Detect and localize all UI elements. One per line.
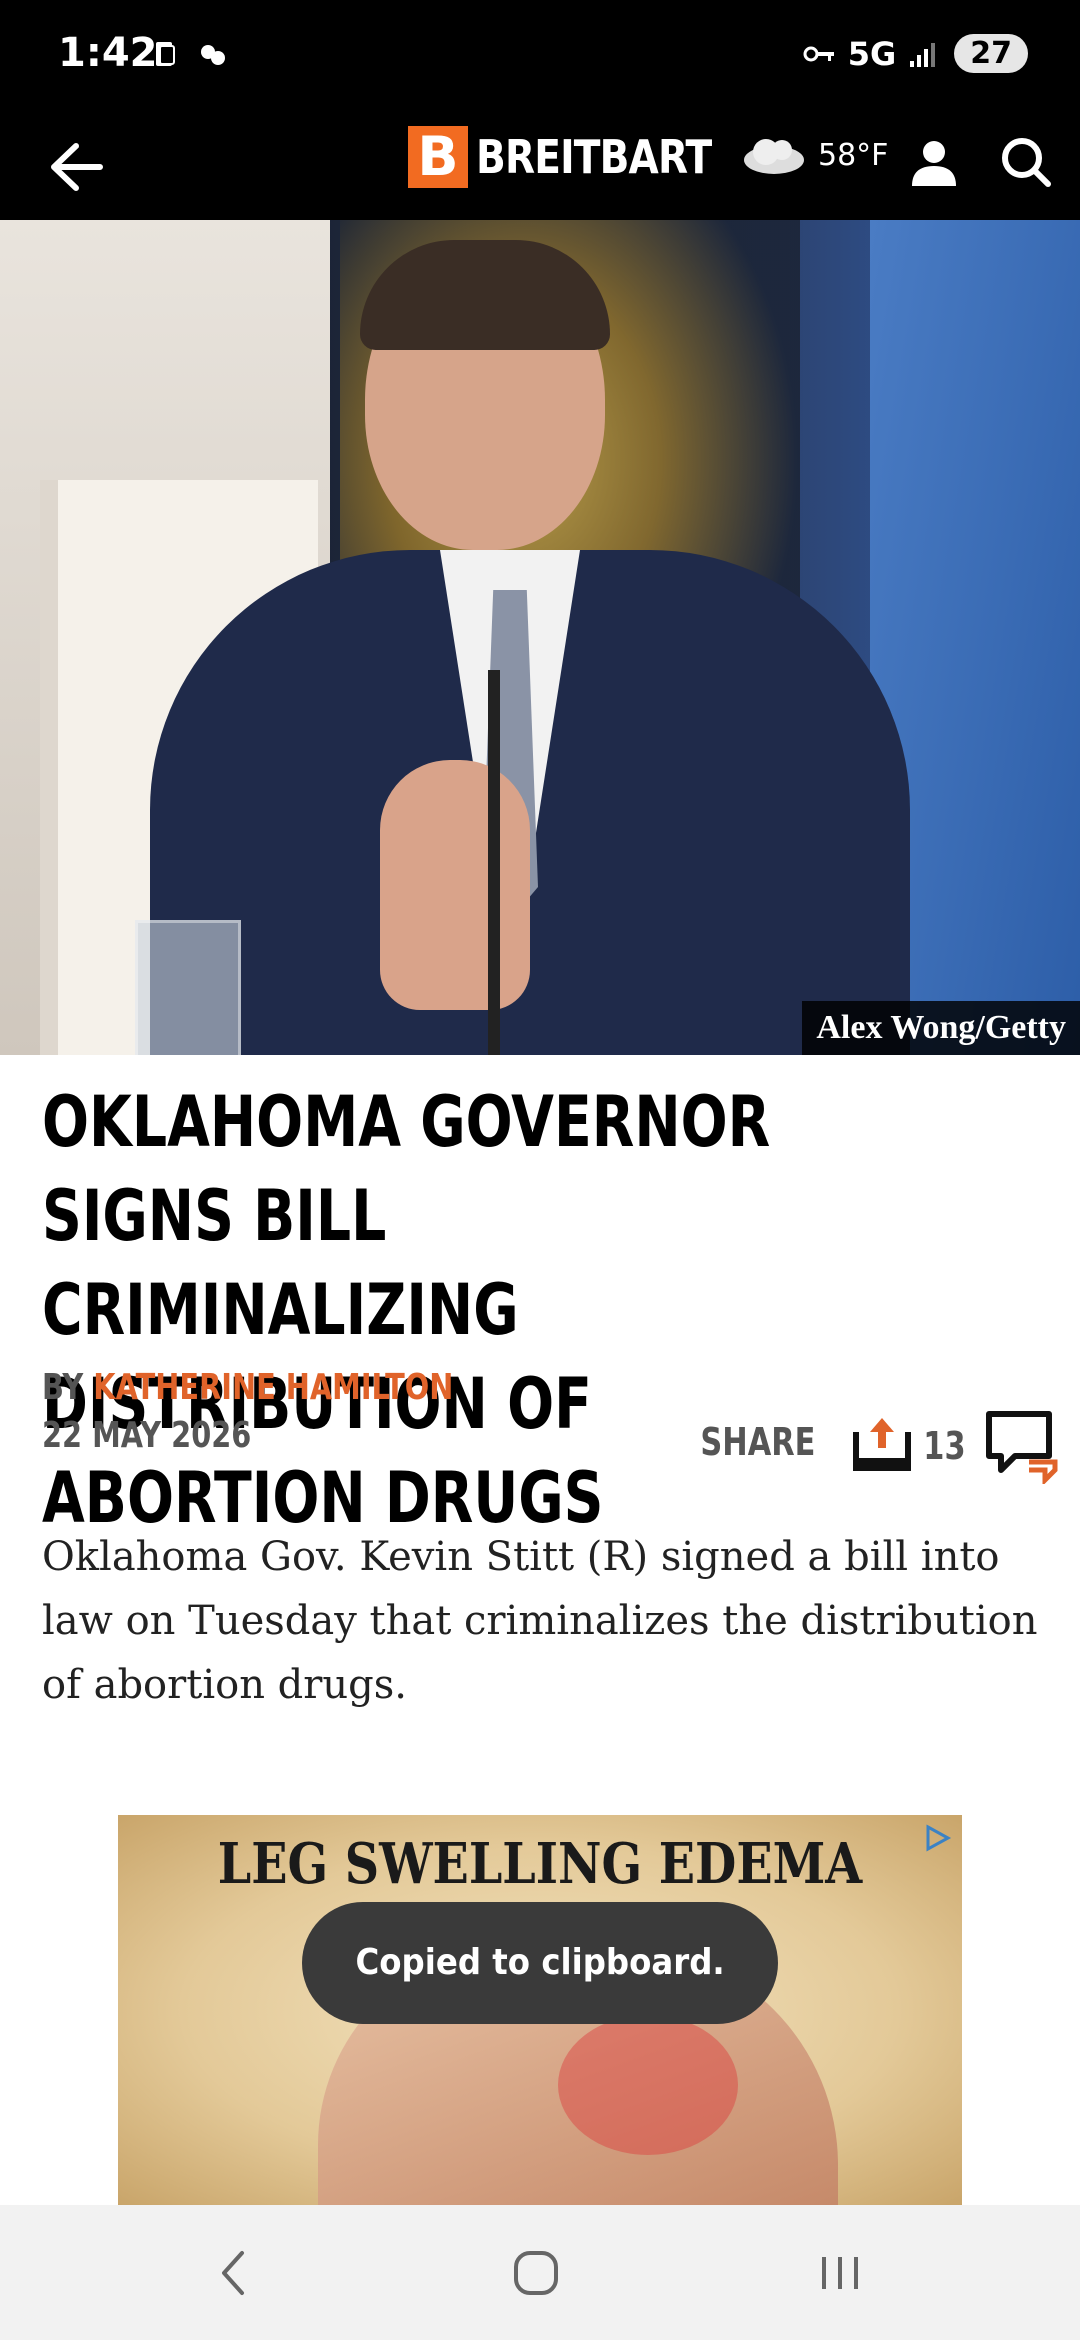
by-label: BY: [42, 1367, 84, 1408]
temperature: 58°F: [818, 137, 889, 173]
weather-widget[interactable]: 58°F: [738, 132, 888, 178]
publish-date: 22 MAY 2026: [42, 1415, 252, 1456]
byline: BY KATHERINE HAMILTON: [42, 1367, 453, 1408]
microphone: [488, 670, 500, 1055]
search-icon[interactable]: [996, 132, 1056, 192]
toast-message: Copied to clipboard.: [302, 1902, 778, 2024]
nav-back-icon[interactable]: [206, 2243, 266, 2303]
notification-icons: [150, 38, 230, 72]
status-time: 1:42: [58, 30, 158, 76]
nav-recents-icon[interactable]: [810, 2243, 870, 2303]
vpn-key-icon: [803, 46, 834, 61]
share-icon: [852, 1418, 911, 1471]
person-hands: [380, 760, 530, 1010]
water-glass: [135, 920, 241, 1055]
ad-title: LEG SWELLING EDEMA: [217, 1831, 863, 1897]
cloud-icon: [744, 139, 804, 174]
photo-credit: Alex Wong/Getty: [802, 1001, 1080, 1055]
comments-button[interactable]: 13: [918, 1408, 1061, 1484]
nav-home-icon[interactable]: [506, 2243, 566, 2303]
logo-text: BREITBART: [476, 130, 712, 184]
status-bar: 1:42 5G 27: [0, 0, 1080, 110]
app-header: B BREITBART 58°F: [0, 110, 1080, 220]
ad-choices-icon[interactable]: [922, 1823, 952, 1853]
phone-notification-icon: [156, 42, 175, 66]
article-body: Oklahoma Gov. Kevin Stitt (R) signed a b…: [42, 1534, 1038, 1708]
user-account-icon[interactable]: [904, 132, 964, 192]
comment-count: 13: [923, 1424, 966, 1468]
hero-image[interactable]: Alex Wong/Getty: [0, 220, 1080, 1055]
share-button[interactable]: SHARE: [686, 1410, 914, 1474]
signal-icon: [910, 42, 936, 67]
author-link[interactable]: KATHERINE HAMILTON: [93, 1367, 453, 1408]
logo-mark: B: [408, 126, 468, 188]
system-navigation-bar: [0, 2205, 1080, 2340]
toast-text: Copied to clipboard.: [355, 1942, 725, 1983]
back-arrow-icon[interactable]: [40, 132, 110, 202]
share-label: SHARE: [700, 1420, 816, 1464]
app-notification-icon: [201, 45, 225, 65]
article-headline: OKLAHOMA GOVERNOR SIGNS BILL CRIMINALIZI…: [42, 1081, 771, 1539]
battery-level: 27: [954, 34, 1028, 73]
network-type: 5G: [847, 34, 897, 73]
status-indicators: 5G 27: [802, 34, 1028, 73]
breitbart-logo[interactable]: B BREITBART: [408, 126, 753, 188]
comment-icon: [985, 1411, 1058, 1484]
